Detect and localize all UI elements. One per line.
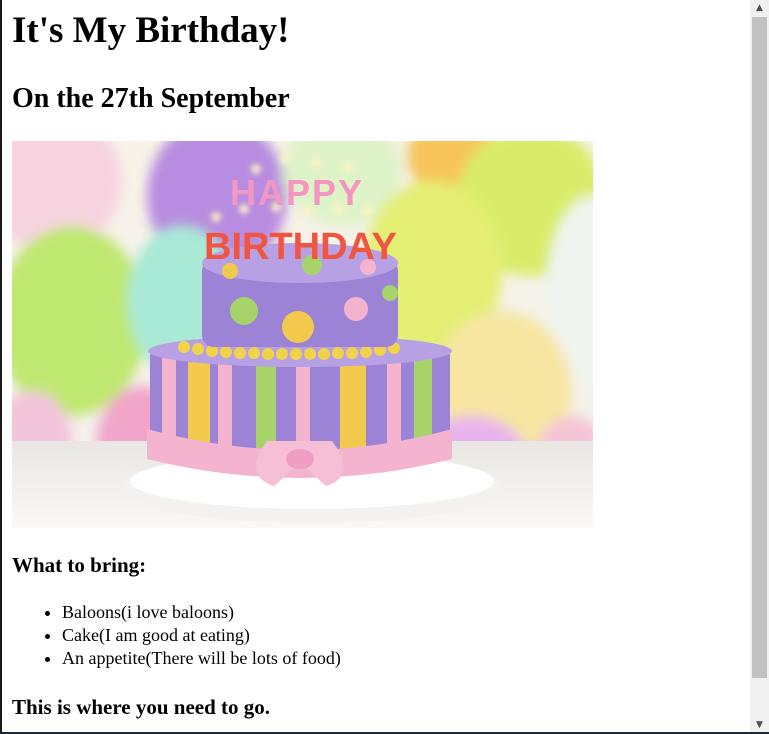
cake-topper-birthday: BIRTHDAY (204, 226, 397, 268)
page-subtitle: On the 27th September (12, 83, 290, 114)
bring-list: Baloons(i love baloons) Cake(I am good a… (22, 601, 341, 670)
page-content: It's My Birthday! On the 27th September (0, 0, 750, 734)
vertical-scrollbar[interactable]: ▲ ▼ (750, 0, 769, 734)
location-heading: This is where you need to go. (12, 695, 271, 719)
birthday-cake-image: HAPPY BIRTHDAY (12, 141, 593, 528)
list-item: Baloons(i love baloons) (62, 601, 341, 624)
bring-heading: What to bring: (12, 553, 147, 577)
list-item: An appetite(There will be lots of food) (62, 647, 341, 670)
triangle-up-icon[interactable]: ▲ (750, 0, 769, 17)
cake-topper-happy: HAPPY (230, 172, 364, 213)
list-item: Cake(I am good at eating) (62, 624, 341, 647)
browser-viewport: It's My Birthday! On the 27th September (0, 0, 769, 734)
page-title: It's My Birthday! (12, 10, 290, 51)
scrollbar-thumb[interactable] (752, 17, 767, 678)
